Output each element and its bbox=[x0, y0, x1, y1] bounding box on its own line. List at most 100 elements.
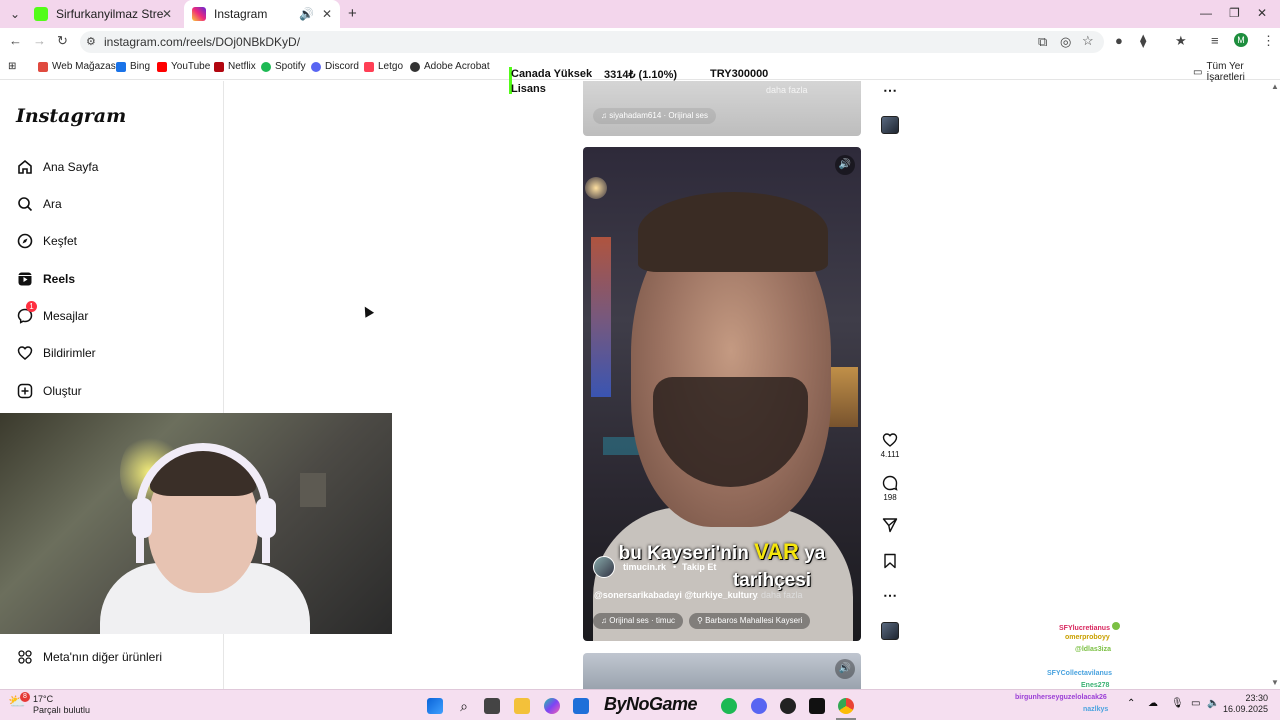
reel-more-link[interactable]: daha fazla bbox=[766, 85, 808, 95]
share-button[interactable] bbox=[880, 517, 900, 535]
letgo-icon bbox=[364, 61, 374, 72]
bookmark-item[interactable]: Spotify bbox=[261, 61, 306, 72]
star-icon[interactable]: ☆ bbox=[1082, 34, 1094, 48]
nav-search[interactable]: Ara bbox=[16, 195, 62, 213]
reels-icon bbox=[16, 270, 34, 288]
nav-explore[interactable]: Keşfet bbox=[16, 232, 77, 250]
task-view-icon[interactable] bbox=[484, 698, 500, 714]
extensions-icon[interactable]: ⧫ bbox=[1140, 34, 1146, 48]
bookmark-item[interactable]: Web Mağazası bbox=[38, 61, 119, 72]
volume-tray-icon[interactable]: 🔈 bbox=[1207, 698, 1219, 709]
nav-notifications[interactable]: Bildirimler bbox=[16, 344, 96, 362]
reel-audio-pill[interactable]: ♫ siyahadam614 · Orijinal ses bbox=[593, 108, 716, 124]
instagram-logo[interactable]: Instagram bbox=[16, 105, 126, 127]
store-icon[interactable] bbox=[573, 698, 589, 714]
audio-thumbnail[interactable] bbox=[881, 116, 899, 134]
tab-search-icon[interactable]: ⌄ bbox=[10, 7, 20, 21]
apps-icon[interactable]: ⊞ bbox=[8, 61, 16, 72]
reel-video[interactable]: 🔊 bu Kayseri'nin VAR ya timucin.rk • Tak… bbox=[583, 147, 861, 641]
comment-button[interactable]: 198 bbox=[880, 475, 900, 502]
file-explorer-icon[interactable] bbox=[514, 698, 530, 714]
bookmark-item[interactable]: YouTube bbox=[157, 61, 210, 72]
scroll-down-icon[interactable]: ▼ bbox=[1271, 678, 1279, 687]
menu-icon[interactable]: ⋮ bbox=[1262, 34, 1275, 48]
minimize-button[interactable]: — bbox=[1200, 6, 1212, 20]
maximize-button[interactable]: ❐ bbox=[1229, 6, 1240, 20]
reel-next[interactable]: 🔊 bbox=[583, 653, 861, 689]
close-icon[interactable]: ✕ bbox=[162, 7, 172, 21]
mouse-cursor bbox=[358, 301, 376, 320]
headset-icon bbox=[136, 443, 270, 563]
windows-start-icon[interactable] bbox=[427, 698, 443, 714]
more-options-icon[interactable]: ⋯ bbox=[880, 587, 900, 604]
reel-audio-text: Orijinal ses · timuc bbox=[609, 616, 676, 625]
scroll-up-icon[interactable]: ▲ bbox=[1271, 82, 1279, 91]
network-icon[interactable]: ▭ bbox=[1191, 698, 1200, 709]
reel-audio-pill[interactable]: ♫ Orijinal ses · timuc bbox=[593, 613, 684, 629]
bookmark-item[interactable]: Letgo bbox=[364, 61, 403, 72]
tab-instagram[interactable]: Instagram 🔊 ✕ bbox=[184, 0, 340, 28]
obs-icon[interactable] bbox=[780, 698, 796, 714]
bookmark-item[interactable]: Adobe Acrobat bbox=[410, 61, 490, 72]
bynogame-logo[interactable]: ByNoGame bbox=[604, 694, 698, 715]
like-button[interactable]: 4.111 bbox=[880, 432, 900, 459]
extension-color-icon[interactable]: ● bbox=[1115, 34, 1123, 48]
weather-widget[interactable]: 17°C Parçalı bulutlu bbox=[33, 694, 90, 716]
site-info-icon[interactable]: ⚙ bbox=[86, 35, 96, 49]
eye-off-icon[interactable]: ◎ bbox=[1060, 35, 1071, 49]
reel-more-link[interactable]: ... daha fazla bbox=[751, 590, 803, 600]
bookmark-item[interactable]: Netflix bbox=[214, 61, 256, 72]
volume-icon[interactable]: 🔊 bbox=[835, 659, 855, 679]
chat-username: omerproboyy bbox=[1065, 634, 1110, 641]
nav-label: Bildirimler bbox=[43, 346, 96, 360]
bookmark-item[interactable]: Bing bbox=[116, 61, 150, 72]
url-text[interactable]: instagram.com/reels/DOj0NBkDKyD/ bbox=[104, 35, 300, 49]
nav-reels[interactable]: Reels bbox=[16, 270, 75, 288]
tray-chevron-icon[interactable]: ⌃ bbox=[1127, 698, 1135, 709]
media-icon[interactable]: ≡ bbox=[1211, 34, 1219, 48]
author-avatar[interactable] bbox=[593, 556, 615, 578]
reel-previous[interactable]: daha fazla ♫ siyahadam614 · Orijinal ses bbox=[583, 81, 861, 136]
weather-badge: 8 bbox=[20, 692, 30, 702]
nav-label: Ara bbox=[43, 197, 62, 211]
nav-meta-more[interactable]: Meta'nın diğer ürünleri bbox=[16, 648, 162, 666]
install-icon[interactable]: ⧉ bbox=[1038, 35, 1047, 49]
bookmark-label: Spotify bbox=[275, 61, 306, 72]
reel-location-pill[interactable]: ⚲ Barbaros Mahallesi Kayseri bbox=[689, 613, 811, 629]
back-icon[interactable]: ← bbox=[9, 34, 22, 48]
new-tab-button[interactable]: + bbox=[348, 5, 357, 22]
more-options-icon[interactable]: ⋯ bbox=[880, 82, 900, 99]
folder-icon: ▭ bbox=[1193, 66, 1203, 78]
onedrive-icon[interactable]: ☁ bbox=[1148, 698, 1158, 709]
nav-home[interactable]: Ana Sayfa bbox=[16, 158, 98, 176]
kick-app-icon[interactable] bbox=[809, 698, 825, 714]
profile-avatar[interactable]: M bbox=[1234, 33, 1248, 47]
speaker-icon[interactable]: 🔊 bbox=[299, 7, 314, 21]
close-icon[interactable]: ✕ bbox=[322, 7, 332, 21]
discord-icon[interactable] bbox=[751, 698, 767, 714]
reload-icon[interactable]: ↻ bbox=[57, 34, 68, 48]
microphone-icon[interactable]: 🎙 bbox=[1171, 698, 1184, 709]
reel-caption[interactable]: @sonersarikabadayi @turkiye_kultury bbox=[594, 590, 758, 600]
address-bar[interactable]: ⚙ instagram.com/reels/DOj0NBkDKyD/ ⧉ ◎ ☆ bbox=[80, 31, 1104, 53]
bookmark-item[interactable]: Discord bbox=[311, 61, 359, 72]
search-icon[interactable]: ⌕ bbox=[456, 698, 472, 714]
tab-kick-stream[interactable]: Sirfurkanyilmaz Stream - Watch ✕ bbox=[28, 0, 180, 28]
close-window-button[interactable]: ✕ bbox=[1257, 6, 1267, 20]
nav-messages[interactable]: 1 Mesajlar bbox=[16, 301, 88, 325]
spotify-icon[interactable] bbox=[721, 698, 737, 714]
system-clock[interactable]: 23:30 16.09.2025 bbox=[1223, 693, 1268, 715]
chrome-icon[interactable] bbox=[838, 698, 854, 714]
music-icon: ♫ bbox=[601, 111, 610, 120]
chat-username: SFYCollectavilanus bbox=[1047, 670, 1112, 677]
nav-create[interactable]: Oluştur bbox=[16, 382, 82, 400]
volume-icon[interactable]: 🔊 bbox=[835, 155, 855, 175]
bookmark-label: Adobe Acrobat bbox=[424, 61, 490, 72]
save-button[interactable] bbox=[880, 553, 900, 571]
bookmark-star-icon[interactable]: ★ bbox=[1175, 34, 1187, 48]
audio-thumbnail[interactable] bbox=[881, 622, 899, 640]
all-bookmarks[interactable]: ▭ Tüm Yer İşaretleri bbox=[1193, 61, 1280, 83]
forward-icon[interactable]: → bbox=[33, 34, 46, 48]
copilot-icon[interactable] bbox=[544, 698, 560, 714]
chat-message: omerproboyy bbox=[1065, 634, 1110, 641]
